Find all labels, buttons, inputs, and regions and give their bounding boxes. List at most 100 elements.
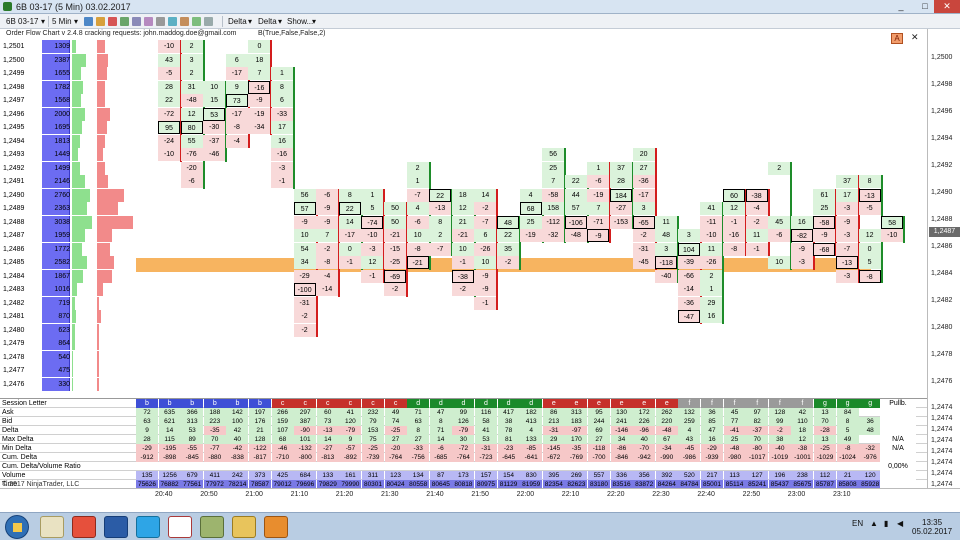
chart-toolbar: 6B 03-17 ▾ 5 Min ▾ Delta ▾ Delta ▾ Show.…: [0, 14, 960, 29]
bar-chart-icon[interactable]: [84, 17, 93, 26]
stats-summary-cell: [880, 453, 916, 462]
delta-cell: -1: [338, 256, 361, 269]
crosshair-icon[interactable]: [156, 17, 165, 26]
delta-cell: -6: [768, 229, 791, 242]
delta-cell: -65: [632, 215, 655, 229]
order-flow-chart[interactable]: Order Flow Chart v 2.4.8 cracking reques…: [0, 29, 927, 398]
app-icon: [3, 2, 12, 11]
delta-cell: -1: [474, 296, 497, 310]
delta-cell: -5: [158, 67, 180, 80]
explorer-icon[interactable]: [40, 516, 64, 538]
delta-cell: -58: [813, 215, 836, 229]
delta-cell: 5: [858, 256, 881, 269]
stats-cell: -710: [271, 453, 294, 462]
chrome-icon[interactable]: [72, 516, 96, 538]
language-indicator[interactable]: EN: [852, 519, 863, 528]
stats-cell: 38: [768, 435, 791, 444]
ninjatrader-icon[interactable]: [168, 516, 192, 538]
price-level-label: 1,2486: [3, 242, 41, 257]
show-dropdown[interactable]: Show...: [287, 16, 313, 27]
scroll-icon[interactable]: [204, 17, 213, 26]
delta-cell: 6: [271, 94, 293, 107]
minimize-button[interactable]: _: [888, 0, 914, 13]
delta-cell: -2: [316, 242, 339, 256]
bid-volume-bar: [72, 94, 81, 107]
delta-cell: 3: [677, 229, 700, 242]
time-axis-label: 21:40: [426, 491, 444, 498]
ask-volume-bar: [97, 323, 99, 337]
delta-cell: 25: [519, 215, 542, 229]
stats-axis-label: 1,2474: [931, 470, 953, 477]
stats-cell: 40: [633, 435, 656, 444]
stats-summary-cell: [880, 417, 916, 426]
delta-dropdown-1[interactable]: Delta: [228, 16, 247, 27]
delta-cell: -4: [316, 269, 339, 283]
strategy-icon[interactable]: [120, 17, 129, 26]
properties-icon[interactable]: [144, 17, 153, 26]
delta-dropdown-2[interactable]: Delta: [258, 16, 277, 27]
price-axis[interactable]: 1,2487 1,2500 1,2498 1,2496 1,2494 1,2492 1,2…: [927, 29, 960, 398]
stats-cell: 16: [701, 435, 723, 444]
network-icon[interactable]: ▮: [884, 519, 888, 528]
ask-volume-bar: [97, 175, 109, 188]
bid-volume-bar: [72, 161, 80, 175]
price-level-label: 1,2496: [3, 107, 41, 122]
stats-cell: 1256: [158, 471, 181, 480]
order-icon[interactable]: [192, 17, 201, 26]
dropdown-arrow-icon[interactable]: ▾: [312, 16, 316, 27]
stats-row: Ask 72 635 366 188 142 197 266 297 60 41 232 49 71 47 9…: [0, 408, 927, 417]
delta-cell: -11: [700, 215, 723, 229]
dropdown-arrow-icon[interactable]: ▾: [248, 16, 252, 27]
delta-cell: -2: [384, 283, 406, 296]
taskbar-clock[interactable]: 13:35 05.02.2017: [912, 518, 952, 536]
alert-badge[interactable]: A: [891, 33, 903, 44]
instrument-dropdown[interactable]: 6B 03-17: [6, 16, 38, 27]
bid-volume-bar: [72, 296, 75, 310]
delta-cell: -2: [745, 215, 768, 229]
media-icon[interactable]: [264, 516, 288, 538]
chart-close-icon[interactable]: ✕: [911, 32, 919, 43]
stats-cell: -77: [203, 444, 226, 453]
word-icon[interactable]: [104, 516, 128, 538]
draw-icon[interactable]: [180, 17, 189, 26]
stats-cell: 113: [723, 471, 746, 480]
stats-cell: -23: [497, 444, 520, 453]
delta-cell: 12: [723, 202, 745, 215]
tray-chevron-icon[interactable]: ▲: [870, 519, 878, 528]
stats-cell: 73: [316, 417, 339, 426]
volume-icon[interactable]: ◀: [897, 519, 903, 528]
interval-dropdown[interactable]: 5 Min: [52, 16, 72, 27]
template-icon[interactable]: [168, 17, 177, 26]
dropdown-arrow-icon[interactable]: ▾: [74, 16, 78, 27]
close-button[interactable]: ✕: [934, 0, 960, 13]
stats-cell: 313: [565, 408, 588, 417]
delta-cell: -9: [474, 283, 497, 296]
pencil-icon[interactable]: [96, 17, 105, 26]
delta-cell: 14: [338, 215, 361, 229]
time-axis-label: 20:50: [200, 491, 218, 498]
delta-cell: 22: [564, 175, 587, 188]
stats-cell: 128: [768, 408, 791, 417]
delta-cell: 15: [203, 94, 226, 107]
dropdown-arrow-icon[interactable]: ▾: [41, 16, 45, 27]
stats-cell: 36: [701, 408, 723, 417]
tools-icon[interactable]: [200, 516, 224, 538]
delta-cell: 25: [542, 161, 565, 175]
stats-axis-label: 1,2474: [931, 404, 953, 411]
stats-axis-label: 1,2474: [931, 415, 953, 422]
indicator-icon[interactable]: [108, 17, 117, 26]
folder-icon[interactable]: [232, 516, 256, 538]
delta-cell: -9: [293, 215, 316, 229]
delta-cell: -1: [271, 175, 293, 188]
delta-cell: 7: [587, 202, 610, 215]
dropdown-arrow-icon[interactable]: ▾: [278, 16, 282, 27]
session-letter-cell: b: [203, 399, 226, 408]
skype-icon[interactable]: [136, 516, 160, 538]
start-button[interactable]: [5, 515, 29, 539]
delta-cell: 56: [293, 188, 316, 202]
stats-cell: -145: [542, 444, 565, 453]
delta-cell: -32: [542, 229, 565, 242]
zoom-icon[interactable]: [132, 17, 141, 26]
delta-cell: -29: [293, 269, 316, 283]
delta-cell: 7: [542, 175, 565, 188]
